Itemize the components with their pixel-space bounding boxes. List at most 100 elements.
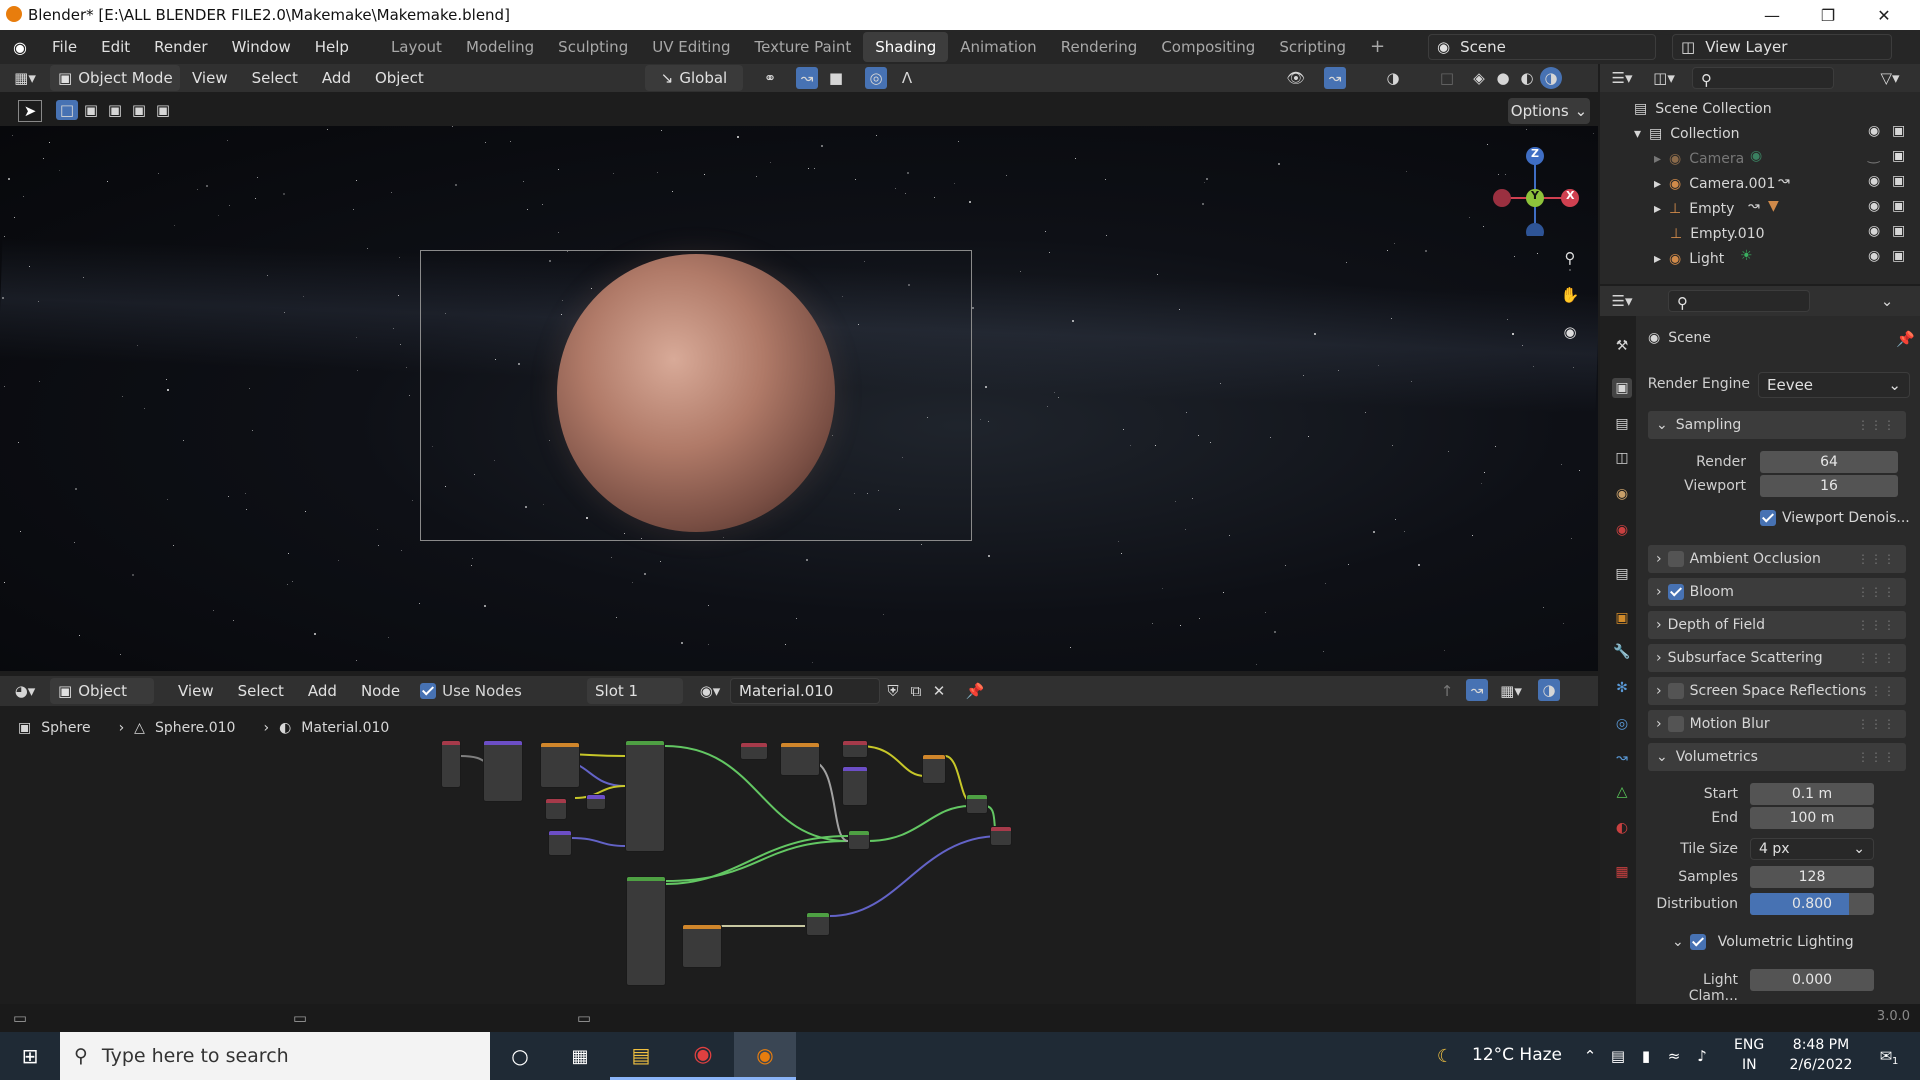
- snap-target-icon[interactable]: ■: [822, 68, 850, 88]
- depth-of-field-panel[interactable]: › Depth of Field ⋮⋮⋮: [1648, 611, 1906, 639]
- scene-selector[interactable]: ◉ Scene: [1428, 34, 1656, 60]
- physics-tab-icon[interactable]: ◎: [1612, 714, 1632, 734]
- drag-handle-icon[interactable]: ⋮⋮⋮: [1857, 750, 1896, 764]
- world-tab-icon[interactable]: ◉: [1612, 520, 1632, 540]
- tab-animation[interactable]: Animation: [948, 32, 1048, 62]
- bloom-checkbox[interactable]: [1667, 584, 1684, 600]
- add-workspace-icon[interactable]: +: [1358, 32, 1397, 62]
- tablet-icon[interactable]: ▤: [1608, 1044, 1628, 1068]
- file-explorer-icon[interactable]: ▤: [610, 1032, 672, 1080]
- camera-render-icon[interactable]: ▣: [1892, 223, 1905, 239]
- outliner-editor-icon[interactable]: ☰▾: [1600, 69, 1644, 87]
- viewport-samples-field[interactable]: 16: [1760, 475, 1898, 497]
- material-browse-icon[interactable]: ◉▾: [692, 680, 728, 702]
- duplicate-material-icon[interactable]: ⧉: [905, 680, 927, 702]
- node-principled-bsdf-b[interactable]: [626, 876, 666, 986]
- select-subtract-icon[interactable]: ▣: [104, 100, 126, 120]
- tab-sculpting[interactable]: Sculpting: [546, 32, 640, 62]
- tab-uv-editing[interactable]: UV Editing: [640, 32, 742, 62]
- volumetric-lighting-checkbox[interactable]: [1689, 934, 1706, 950]
- menu-render[interactable]: Render: [142, 30, 219, 64]
- mode-selector[interactable]: ▣ Object Mode: [50, 65, 180, 91]
- motion-blur-panel[interactable]: › Motion Blur ⋮⋮⋮: [1648, 710, 1906, 738]
- cortana-icon[interactable]: ○: [490, 1032, 550, 1080]
- node-editor-type-icon[interactable]: ◕▾: [0, 682, 50, 700]
- node-add-shader[interactable]: [966, 794, 988, 814]
- outliner-item-light[interactable]: ▸ ◉ Light ☀ ◉ ▣: [1600, 246, 1918, 271]
- select-tool-icon[interactable]: ➤: [18, 100, 42, 122]
- pan-hand-icon[interactable]: ✋: [1558, 283, 1582, 307]
- language-label[interactable]: ENG: [1734, 1037, 1764, 1053]
- viewport-menu-view[interactable]: View: [180, 61, 240, 95]
- node-reroute-a[interactable]: [586, 794, 606, 810]
- viewport-menu-object[interactable]: Object: [363, 61, 436, 95]
- clock-time[interactable]: 8:48 PM: [1786, 1037, 1856, 1053]
- volumetric-lighting-subpanel[interactable]: ⌄ Volumetric Lighting: [1672, 934, 1854, 950]
- eye-icon[interactable]: ◉: [1868, 223, 1880, 239]
- render-engine-dropdown[interactable]: Eevee ⌄: [1758, 372, 1910, 398]
- viewport-menu-select[interactable]: Select: [240, 61, 310, 95]
- shader-type-selector[interactable]: ▣ Object: [50, 678, 154, 704]
- node-snap-element-icon[interactable]: ▦▾: [1494, 680, 1528, 702]
- node-image-a[interactable]: [740, 742, 768, 760]
- 3d-viewport[interactable]: Z Y X ⚲ ✋ ◉: [0, 126, 1598, 671]
- object-tab-icon[interactable]: ▣: [1612, 608, 1632, 628]
- windows-start-icon[interactable]: ⊞: [0, 1032, 60, 1080]
- menu-edit[interactable]: Edit: [89, 30, 142, 64]
- slot-selector[interactable]: Slot 1: [587, 678, 683, 704]
- node-texcoord[interactable]: [441, 740, 461, 788]
- sampling-panel-header[interactable]: ⌄ Sampling ⋮⋮⋮: [1648, 411, 1906, 439]
- menu-window[interactable]: Window: [220, 30, 303, 64]
- outliner-scene-collection[interactable]: ▤ Scene Collection: [1600, 96, 1918, 121]
- clock-date[interactable]: 2/6/2022: [1782, 1057, 1860, 1073]
- tab-modeling[interactable]: Modeling: [454, 32, 546, 62]
- start-field[interactable]: 0.1 m: [1750, 783, 1874, 805]
- tab-shading[interactable]: Shading: [863, 32, 949, 62]
- task-view-icon[interactable]: ▦: [550, 1032, 610, 1080]
- node-menu-select[interactable]: Select: [226, 674, 296, 708]
- distribution-slider[interactable]: 0.800: [1750, 893, 1874, 915]
- display-mode-icon[interactable]: ◫▾: [1644, 69, 1684, 87]
- drag-handle-icon[interactable]: ⋮⋮⋮: [1857, 684, 1896, 698]
- outliner-item-empty-010[interactable]: ⊥ Empty.010 ◉ ▣: [1600, 221, 1918, 246]
- tab-compositing[interactable]: Compositing: [1149, 32, 1267, 62]
- options-button[interactable]: Options ⌄: [1508, 98, 1590, 124]
- menu-help[interactable]: Help: [303, 30, 361, 64]
- node-mix-a[interactable]: [922, 754, 946, 784]
- view-layer-selector[interactable]: ◫ View Layer: [1672, 34, 1892, 60]
- motion-blur-checkbox[interactable]: [1667, 716, 1684, 732]
- node-color-ramp[interactable]: [780, 742, 820, 776]
- overlay-icon[interactable]: ◑: [1382, 68, 1404, 88]
- node-overlay-icon[interactable]: ◑: [1538, 679, 1560, 701]
- minimize-button[interactable]: —: [1744, 0, 1800, 30]
- drag-handle-icon[interactable]: ⋮⋮⋮: [1857, 717, 1896, 731]
- material-shading-icon[interactable]: ◐: [1516, 68, 1538, 88]
- camera-render-icon[interactable]: ▣: [1892, 123, 1905, 139]
- end-field[interactable]: 100 m: [1750, 807, 1874, 829]
- node-noise-texture[interactable]: [540, 742, 580, 788]
- node-volume[interactable]: [806, 912, 830, 936]
- node-math-a[interactable]: [545, 798, 567, 820]
- render-samples-field[interactable]: 64: [1760, 451, 1898, 473]
- region-label[interactable]: IN: [1742, 1057, 1757, 1073]
- snap-icon[interactable]: ↝: [796, 67, 818, 89]
- collection-tab-icon[interactable]: ▤: [1612, 564, 1632, 584]
- weather-icon[interactable]: ☾: [1432, 1044, 1458, 1068]
- drag-handle-icon[interactable]: ⋮⋮⋮: [1857, 552, 1896, 566]
- falloff-icon[interactable]: Λ: [892, 68, 922, 88]
- pivot-icon[interactable]: ⚭: [752, 68, 788, 88]
- visibility-icon[interactable]: 👁: [1278, 68, 1314, 88]
- outliner-item-camera[interactable]: ▸ ◉ Camera ◉ ‿ ▣: [1600, 146, 1918, 171]
- outliner-collection[interactable]: ▾ ▤ Collection ◉ ▣: [1600, 121, 1918, 146]
- eye-icon[interactable]: ◉: [1868, 123, 1880, 139]
- node-snap-icon[interactable]: ↝: [1466, 679, 1488, 701]
- node-menu-view[interactable]: View: [166, 674, 226, 708]
- volume-icon[interactable]: ♪: [1692, 1044, 1712, 1068]
- samples-field[interactable]: 128: [1750, 866, 1874, 888]
- scene-tab-icon[interactable]: ◉: [1612, 484, 1632, 504]
- node-menu-add[interactable]: Add: [296, 674, 349, 708]
- eye-hidden-icon[interactable]: ‿: [1868, 148, 1879, 164]
- camera-view-icon[interactable]: ◉: [1558, 320, 1582, 344]
- node-principled-bsdf-a[interactable]: [625, 740, 665, 852]
- viewport-denoise-row[interactable]: Viewport Denois...: [1760, 510, 1910, 526]
